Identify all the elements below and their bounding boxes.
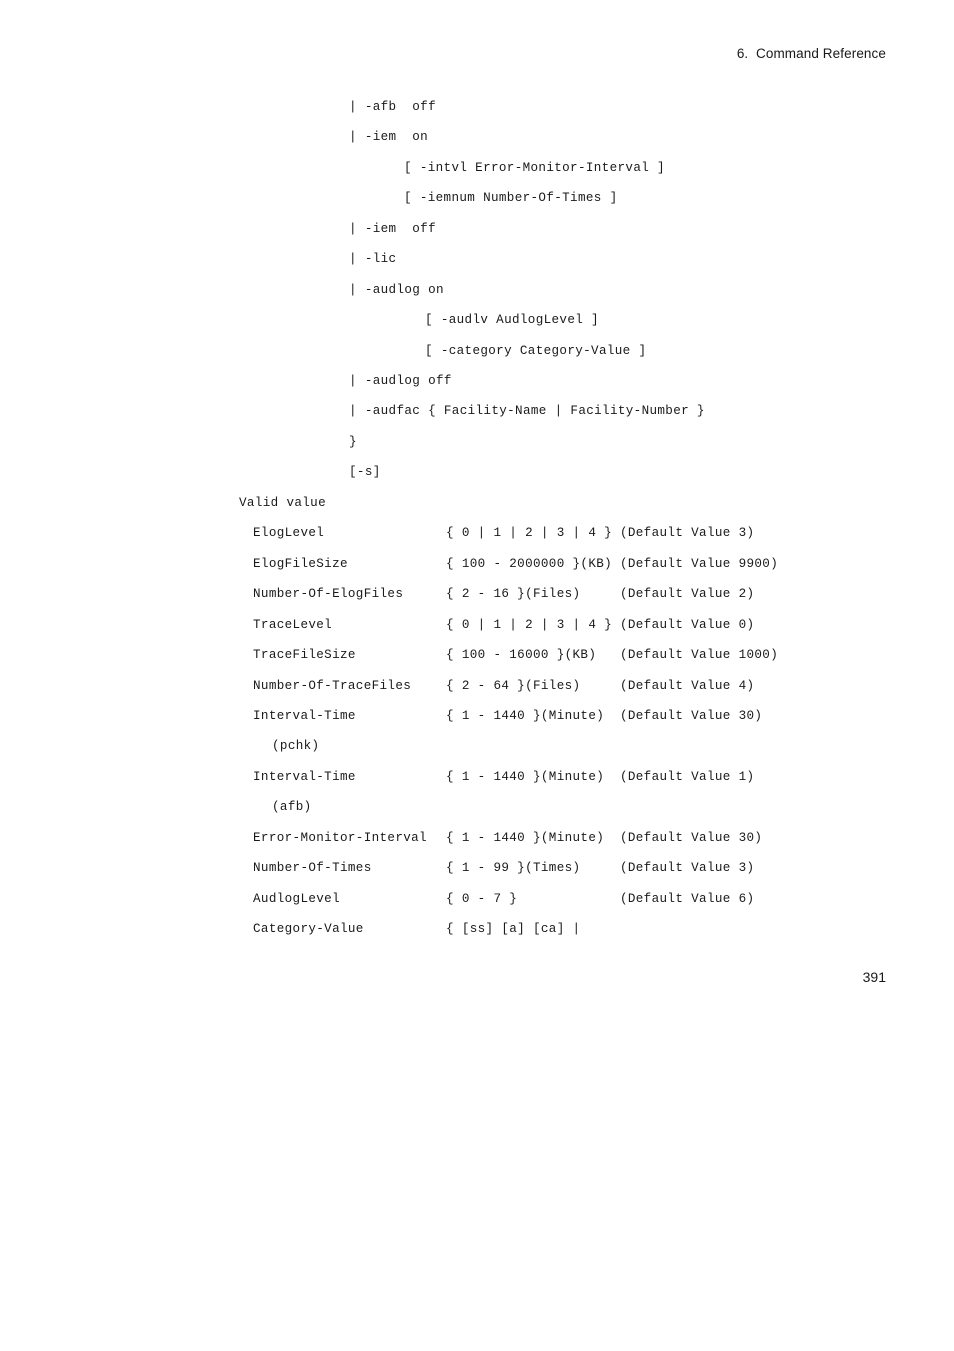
valid-value-row: Category-Value { [ss] [a] [ca] | — [253, 921, 580, 937]
syntax-line: | -audlog on — [349, 283, 444, 297]
valid-value-parameter-name: AudlogLevel — [253, 892, 340, 906]
valid-value-row: AudlogLevel { 0 - 7 } (Default Value 6) — [253, 891, 754, 907]
running-header-chapter: 6. Command Reference — [736, 46, 886, 61]
valid-value-row: Number-Of-Times { 1 - 99 }(Times) (Defaul… — [253, 860, 754, 876]
valid-value-range: { 0 - 7 } (Default Value 6) — [446, 892, 755, 906]
page-number: 391 — [862, 969, 886, 985]
valid-value-range: { 1 - 1440 }(Minute) (Default Value 1) — [446, 770, 755, 784]
syntax-line: [ -iemnum Number-Of-Times ] — [404, 191, 618, 205]
syntax-line: } — [349, 435, 357, 449]
valid-value-continuation: (pchk) — [272, 739, 320, 753]
valid-value-heading: Valid value — [239, 496, 326, 510]
syntax-line: | -iem off — [349, 222, 436, 236]
syntax-line: | -audfac { Facility-Name | Facility-Num… — [349, 404, 705, 418]
valid-value-parameter-name: Number-Of-Times — [253, 861, 372, 875]
valid-value-parameter-name: TraceFileSize — [253, 648, 356, 662]
valid-value-parameter-name: Number-Of-ElogFiles — [253, 587, 404, 601]
valid-value-range: { 1 - 1440 }(Minute) (Default Value 30) — [446, 831, 763, 845]
valid-value-parameter-name: ElogLevel — [253, 526, 325, 540]
valid-value-row: Interval-Time { 1 - 1440 }(Minute) (Defau… — [253, 708, 762, 724]
syntax-line: | -iem on — [349, 130, 429, 144]
valid-value-parameter-name: TraceLevel — [253, 618, 333, 632]
valid-value-parameter-name: Category-Value — [253, 922, 364, 936]
valid-value-parameter-name: Interval-Time — [253, 770, 356, 784]
valid-value-row: Number-Of-TraceFiles { 2 - 64 }(Files) (D… — [253, 678, 754, 694]
valid-value-range: { 1 - 1440 }(Minute) (Default Value 30) — [446, 709, 763, 723]
syntax-line: | -audlog off — [349, 374, 452, 388]
valid-value-parameter-name: ElogFileSize — [253, 557, 348, 571]
valid-value-range: { 0 | 1 | 2 | 3 | 4 } (Default Value 3) — [446, 526, 755, 540]
valid-value-parameter-name: Interval-Time — [253, 709, 356, 723]
syntax-line: | -lic — [349, 252, 397, 266]
valid-value-row: ElogLevel { 0 | 1 | 2 | 3 | 4 } (Default … — [253, 525, 754, 541]
valid-value-range: { [ss] [a] [ca] | — [446, 922, 581, 936]
valid-value-row: Number-Of-ElogFiles { 2 - 16 }(Files) (De… — [253, 586, 754, 602]
valid-value-row: Error-Monitor-Interval { 1 - 1440 }(Minut… — [253, 830, 762, 846]
valid-value-range: { 2 - 16 }(Files) (Default Value 2) — [446, 587, 755, 601]
valid-value-row: TraceFileSize { 100 - 16000 }(KB) (Defaul… — [253, 647, 778, 663]
valid-value-range: { 1 - 99 }(Times) (Default Value 3) — [446, 861, 755, 875]
valid-value-continuation: (afb) — [272, 800, 312, 814]
valid-value-range: { 2 - 64 }(Files) (Default Value 4) — [446, 679, 755, 693]
syntax-line: | -afb off — [349, 100, 436, 114]
valid-value-parameter-name: Number-Of-TraceFiles — [253, 679, 412, 693]
syntax-line: [ -audlv AudlogLevel ] — [425, 313, 599, 327]
syntax-line: [ -intvl Error-Monitor-Interval ] — [404, 161, 665, 175]
valid-value-range: { 0 | 1 | 2 | 3 | 4 } (Default Value 0) — [446, 618, 755, 632]
syntax-line: [-s] — [349, 465, 381, 479]
valid-value-range: { 100 - 2000000 }(KB) (Default Value 990… — [446, 557, 779, 571]
valid-value-parameter-name: Error-Monitor-Interval — [253, 831, 427, 845]
syntax-line: [ -category Category-Value ] — [425, 344, 647, 358]
valid-value-row: ElogFileSize { 100 - 2000000 }(KB) (Defau… — [253, 556, 778, 572]
valid-value-range: { 100 - 16000 }(KB) (Default Value 1000) — [446, 648, 779, 662]
valid-value-row: TraceLevel { 0 | 1 | 2 | 3 | 4 } (Default… — [253, 617, 754, 633]
valid-value-row: Interval-Time { 1 - 1440 }(Minute) (Defau… — [253, 769, 754, 785]
